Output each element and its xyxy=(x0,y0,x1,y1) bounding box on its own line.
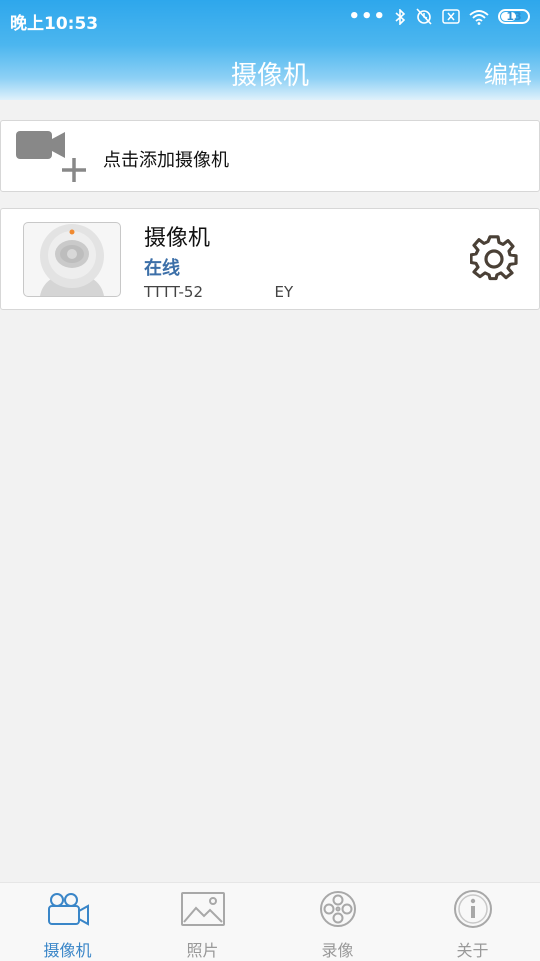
status-bar: 晚上10:53 ••• 13 xyxy=(0,0,540,38)
camera-name: 摄像机 xyxy=(144,226,211,251)
camera-thumbnail xyxy=(23,222,121,297)
bottom-tab-bar: 摄像机 照片 录像 关于 xyxy=(0,882,540,961)
picture-icon xyxy=(180,892,225,926)
camera-status: 在线 xyxy=(144,258,180,279)
more-dots-icon: ••• xyxy=(348,5,386,27)
info-icon xyxy=(453,890,492,928)
add-camera-icon xyxy=(16,131,86,182)
video-camera-icon xyxy=(47,893,89,926)
bluetooth-icon xyxy=(395,8,406,25)
tab-label: 录像 xyxy=(321,941,354,960)
tab-camera[interactable]: 摄像机 xyxy=(0,883,135,961)
battery-level: 13 xyxy=(506,10,522,23)
alarm-off-icon xyxy=(416,8,432,25)
tab-recordings[interactable]: 录像 xyxy=(270,883,405,961)
battery-indicator: 13 xyxy=(498,9,530,24)
add-camera-button[interactable]: 点击添加摄像机 xyxy=(0,120,540,192)
camera-list-item[interactable]: 摄像机 在线 TTTT-52 EY xyxy=(0,208,540,310)
film-reel-icon xyxy=(319,891,356,927)
tab-about[interactable]: 关于 xyxy=(405,883,540,961)
page-title: 摄像机 xyxy=(230,61,309,91)
tab-label: 摄像机 xyxy=(43,941,92,960)
wifi-icon xyxy=(469,9,489,25)
app-header: 晚上10:53 ••• 13 摄像机 编辑 xyxy=(0,0,540,100)
add-camera-label: 点击添加摄像机 xyxy=(103,150,229,171)
tab-label: 关于 xyxy=(456,941,489,960)
camera-uid: TTTT-52 EY xyxy=(144,283,294,301)
edit-button[interactable]: 编辑 xyxy=(484,55,532,90)
sim-off-icon xyxy=(442,9,460,24)
tab-label: 照片 xyxy=(186,941,219,960)
webcam-icon xyxy=(40,224,104,296)
status-time: 晚上10:53 xyxy=(10,14,99,34)
gear-icon[interactable] xyxy=(470,235,518,283)
tab-photos[interactable]: 照片 xyxy=(135,883,270,961)
status-icons: ••• 13 xyxy=(348,5,530,27)
